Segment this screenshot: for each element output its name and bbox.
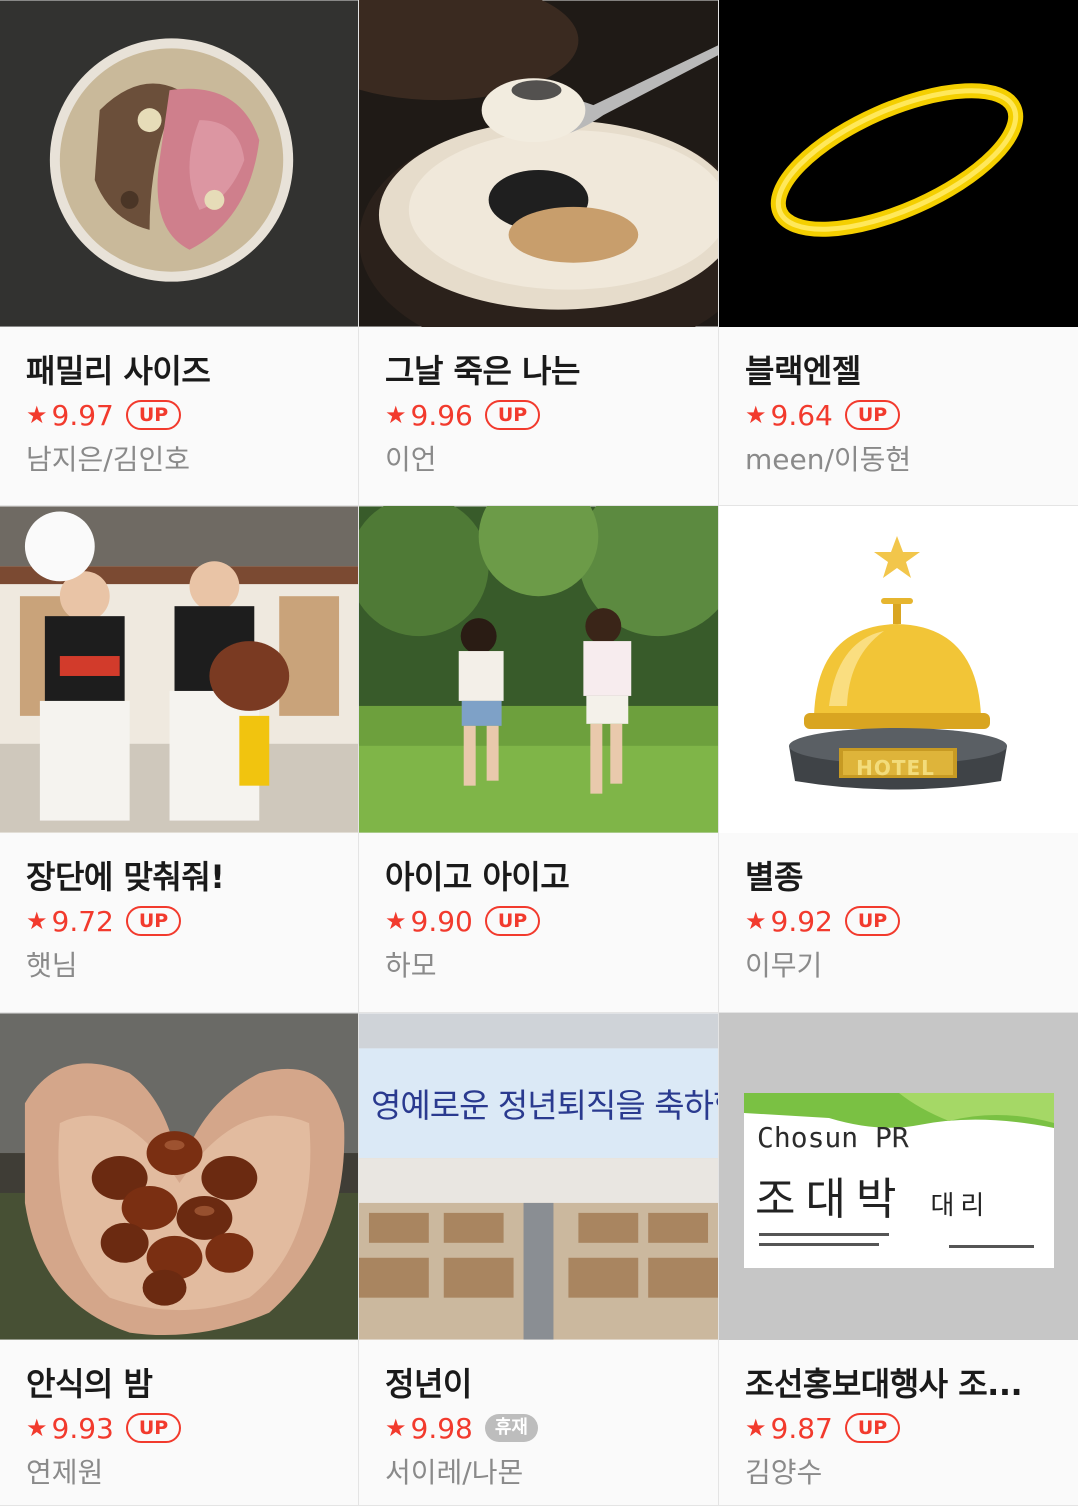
- star-icon: ★: [745, 401, 767, 429]
- webtoon-title: 그날 죽은 나는: [385, 352, 580, 390]
- rating-row: ★ 9.90 UP: [385, 899, 692, 943]
- rating-value: 9.96: [410, 398, 473, 432]
- up-badge: UP: [484, 906, 541, 936]
- banner-text: 영예로운 정년퇴직을 축하합니다: [371, 1086, 718, 1125]
- star-icon: ★: [385, 907, 407, 935]
- thumbnail-retirement-hall: 영예로운 정년퇴직을 축하합니다: [359, 1013, 718, 1340]
- webtoon-card[interactable]: 그날 죽은 나는 ★ 9.96 UP 이언: [359, 0, 719, 506]
- thumbnail-halo: [719, 0, 1078, 327]
- up-badge: UP: [125, 400, 182, 430]
- webtoon-title: 정년이: [385, 1365, 472, 1403]
- card-person: 조대박 대리: [755, 1163, 990, 1227]
- star-icon: ★: [26, 1414, 48, 1442]
- webtoon-title: 블랙엔젤: [745, 352, 861, 390]
- author: 이무기: [745, 949, 823, 982]
- star-icon: ★: [26, 401, 48, 429]
- hotel-sign: HOTEL: [856, 756, 935, 780]
- thumbnail-hotel-bell: HOTEL: [719, 506, 1078, 833]
- rating-row: ★ 9.93 UP: [26, 1406, 332, 1450]
- star-icon: ★: [745, 1414, 767, 1442]
- webtoon-title: 아이고 아이고: [385, 858, 570, 896]
- webtoon-title: 안식의 밤: [26, 1365, 153, 1403]
- rating-value: 9.64: [770, 398, 833, 432]
- author: 서이레/나몬: [385, 1456, 524, 1489]
- up-badge: UP: [125, 1413, 182, 1443]
- rating-row: ★ 9.87 UP: [745, 1406, 1052, 1450]
- author: 연제원: [26, 1456, 104, 1489]
- webtoon-card[interactable]: 안식의 밤 ★ 9.93 UP 연제원: [0, 1013, 359, 1506]
- thumbnail-chestnuts: [0, 1013, 358, 1340]
- card-person-position: 대리: [930, 1191, 991, 1221]
- rating-row: ★ 9.98 휴재: [385, 1406, 692, 1450]
- webtoon-title: 별종: [745, 858, 803, 896]
- rating-value: 9.90: [410, 904, 473, 938]
- rating-value: 9.72: [51, 904, 114, 938]
- rating-row: ★ 9.72 UP: [26, 899, 332, 943]
- webtoon-card[interactable]: 블랙엔젤 ★ 9.64 UP meen/이동현: [719, 0, 1078, 506]
- up-badge: UP: [844, 906, 901, 936]
- star-icon: ★: [745, 907, 767, 935]
- rating-value: 9.93: [51, 1411, 114, 1445]
- webtoon-card[interactable]: Chosun PR 조대박 대리 조선홍보대행사 조... ★ 9.87 UP …: [719, 1013, 1078, 1506]
- up-badge: UP: [844, 400, 901, 430]
- webtoon-card[interactable]: 장단에 맞춰줘! ★ 9.72 UP 햇님: [0, 506, 359, 1013]
- rating-row: ★ 9.92 UP: [745, 899, 1052, 943]
- rating-row: ★ 9.64 UP: [745, 393, 1052, 437]
- author: 이언: [385, 443, 437, 476]
- thumbnail-ice-cream: [0, 0, 358, 327]
- rating-value: 9.98: [410, 1411, 473, 1445]
- card-person-name: 조대박: [755, 1174, 907, 1225]
- thumbnail-dancers: [0, 506, 358, 833]
- webtoon-card[interactable]: HOTEL 별종 ★ 9.92 UP 이무기: [719, 506, 1078, 1013]
- author: 남지은/김인호: [26, 443, 190, 476]
- star-icon: ★: [385, 1414, 407, 1442]
- rating-value: 9.92: [770, 904, 833, 938]
- card-company: Chosun PR: [757, 1121, 909, 1154]
- webtoon-card[interactable]: 영예로운 정년퇴직을 축하합니다 정년이 ★ 9.98 휴재 서이레/나몬: [359, 1013, 719, 1506]
- up-badge: UP: [484, 400, 541, 430]
- star-icon: ★: [385, 401, 407, 429]
- author: meen/이동현: [745, 443, 912, 476]
- webtoon-title: 장단에 맞춰줘!: [26, 858, 225, 896]
- star-icon: ★: [26, 907, 48, 935]
- thumbnail-porridge: [359, 0, 718, 327]
- thumbnail-running-kids: [359, 506, 718, 833]
- rating-value: 9.97: [51, 398, 114, 432]
- author: 하모: [385, 949, 437, 982]
- rating-row: ★ 9.96 UP: [385, 393, 692, 437]
- author: 햇님: [26, 949, 78, 982]
- author: 김양수: [745, 1456, 823, 1489]
- thumbnail-business-card: Chosun PR 조대박 대리: [719, 1013, 1078, 1340]
- webtoon-title: 조선홍보대행사 조...: [745, 1365, 1023, 1403]
- up-badge: UP: [125, 906, 182, 936]
- webtoon-card[interactable]: 패밀리 사이즈 ★ 9.97 UP 남지은/김인호: [0, 0, 359, 506]
- rest-badge: 휴재: [484, 1414, 538, 1442]
- webtoon-title: 패밀리 사이즈: [26, 352, 211, 390]
- webtoon-grid: 패밀리 사이즈 ★ 9.97 UP 남지은/김인호 그날 죽은 나는 ★ 9.9…: [0, 0, 1078, 1506]
- webtoon-card[interactable]: 아이고 아이고 ★ 9.90 UP 하모: [359, 506, 719, 1013]
- up-badge: UP: [844, 1413, 901, 1443]
- rating-value: 9.87: [770, 1411, 833, 1445]
- rating-row: ★ 9.97 UP: [26, 393, 332, 437]
